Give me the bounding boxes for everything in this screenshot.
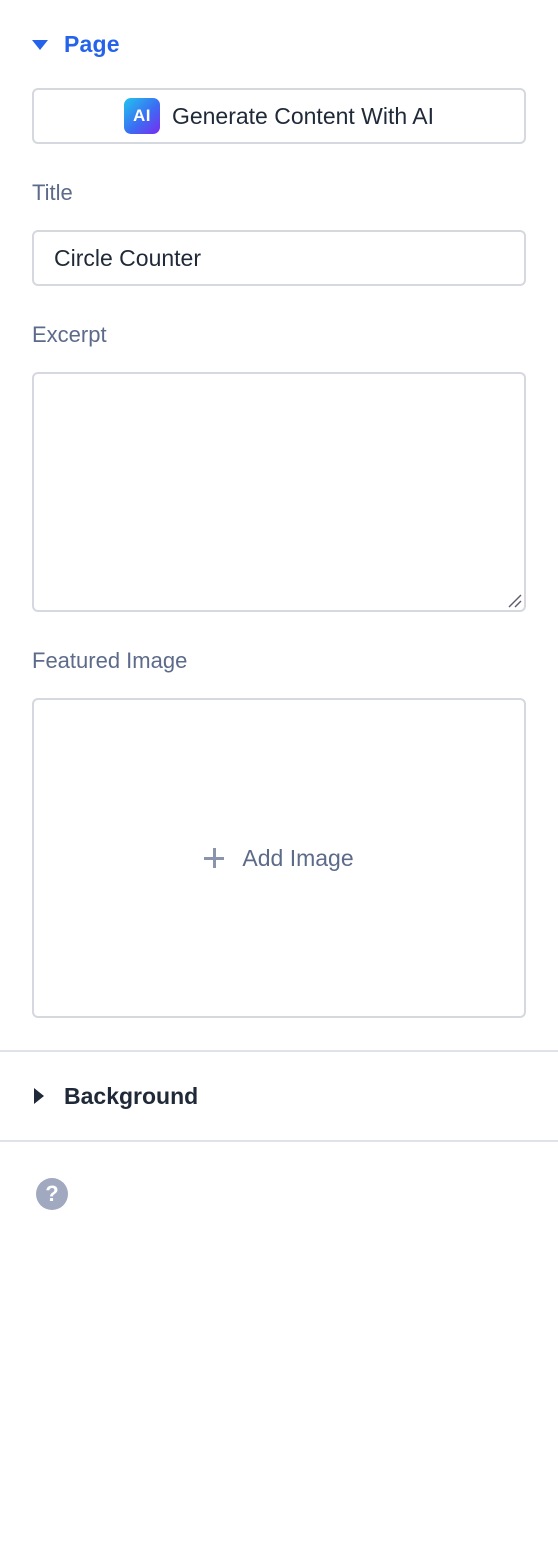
featured-image-label: Featured Image — [32, 648, 188, 673]
add-image-label: Add Image — [242, 844, 354, 871]
page-settings-panel: Page AI Generate Content With AI Title E… — [0, 0, 558, 1548]
background-section-label: Background — [64, 1082, 199, 1109]
featured-image-dropzone[interactable]: Add Image — [32, 698, 526, 1018]
page-section-toggle[interactable]: Page — [32, 28, 120, 60]
generate-content-ai-label: Generate Content With AI — [171, 102, 435, 129]
help-icon[interactable]: ? — [36, 1178, 68, 1210]
add-image-button[interactable]: Add Image — [204, 844, 354, 872]
excerpt-textarea[interactable] — [32, 372, 526, 612]
caret-down-icon — [32, 36, 48, 52]
page-section-label: Page — [64, 30, 120, 57]
title-label: Title — [32, 180, 73, 205]
excerpt-label: Excerpt — [32, 322, 107, 347]
ai-icon: AI — [123, 98, 160, 134]
resize-handle-icon[interactable] — [506, 592, 522, 608]
generate-content-ai-button[interactable]: AI Generate Content With AI — [32, 88, 526, 144]
background-section-toggle[interactable]: Background — [32, 1080, 198, 1112]
plus-icon — [204, 848, 225, 868]
section-divider — [0, 1140, 558, 1142]
title-input[interactable] — [32, 230, 526, 286]
section-divider — [0, 1050, 558, 1052]
caret-right-icon — [32, 1088, 48, 1104]
